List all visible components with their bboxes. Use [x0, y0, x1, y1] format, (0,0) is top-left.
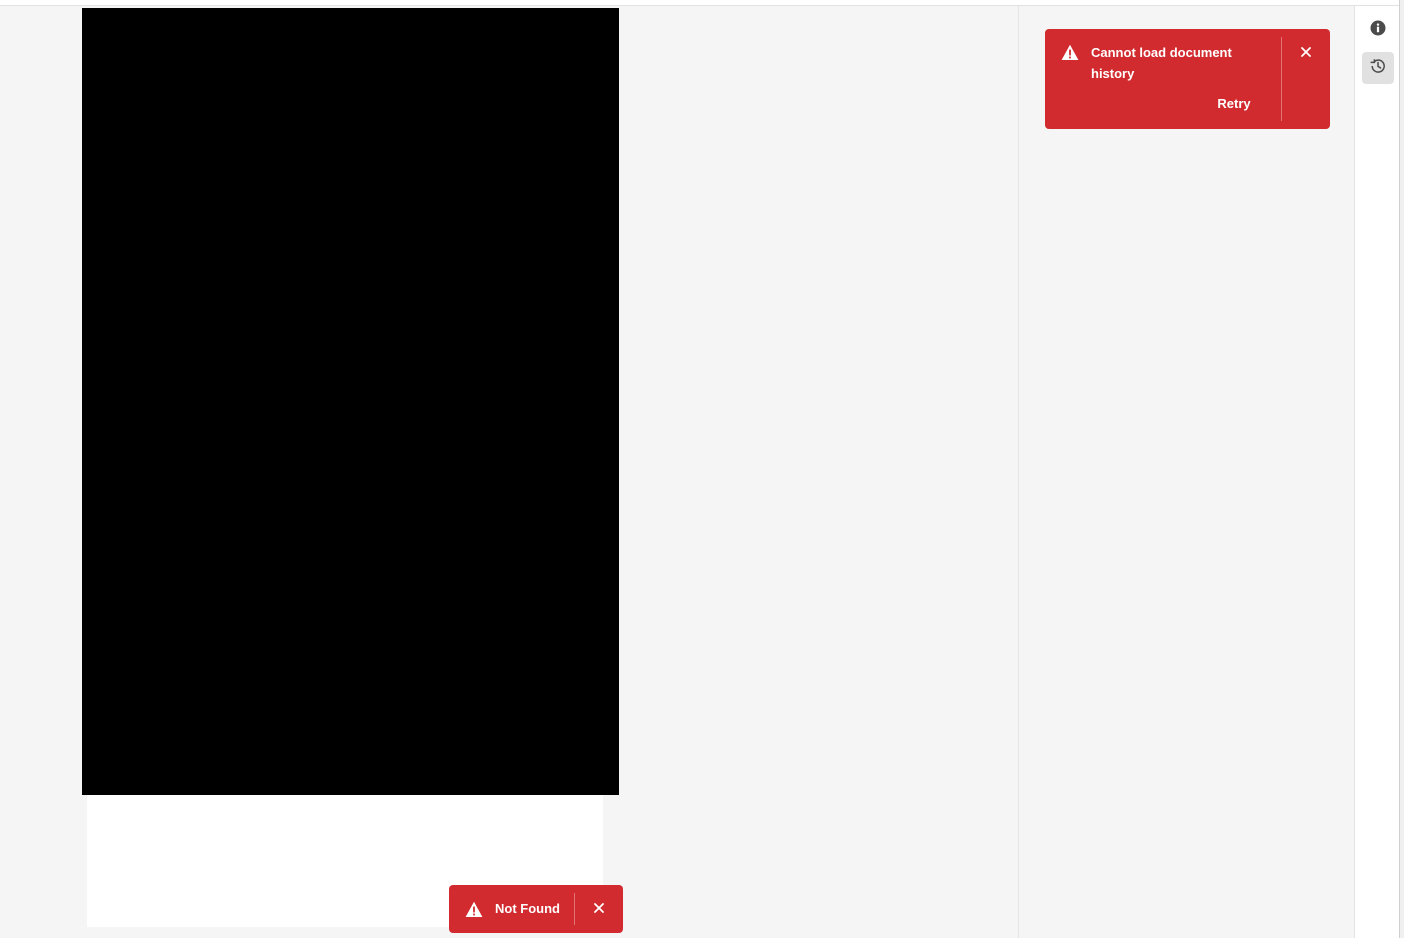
app-window: Cannot load document history Retry Not F…: [0, 0, 1404, 938]
document-preview-image: [82, 8, 619, 795]
history-icon: [1369, 57, 1387, 80]
toast-message: Cannot load document history: [1091, 45, 1232, 81]
history-button[interactable]: [1362, 52, 1394, 84]
close-icon: [1301, 44, 1311, 62]
info-icon: [1370, 20, 1386, 41]
window-edge: [1399, 0, 1404, 938]
history-panel: [1019, 6, 1355, 938]
alert-triangle-icon: [465, 901, 483, 923]
retry-button[interactable]: Retry: [1209, 94, 1259, 114]
alert-triangle-icon: [1061, 44, 1079, 66]
toast-divider: [574, 893, 575, 925]
info-button[interactable]: [1362, 14, 1394, 46]
history-error-toast: Cannot load document history Retry: [1045, 29, 1330, 129]
close-icon: [594, 900, 604, 918]
close-toast-button[interactable]: [589, 899, 609, 919]
toast-message: Not Found: [495, 901, 560, 916]
close-toast-button[interactable]: [1296, 43, 1316, 63]
not-found-toast: Not Found: [449, 885, 623, 933]
toast-divider: [1281, 37, 1282, 121]
right-rail: [1355, 6, 1399, 938]
